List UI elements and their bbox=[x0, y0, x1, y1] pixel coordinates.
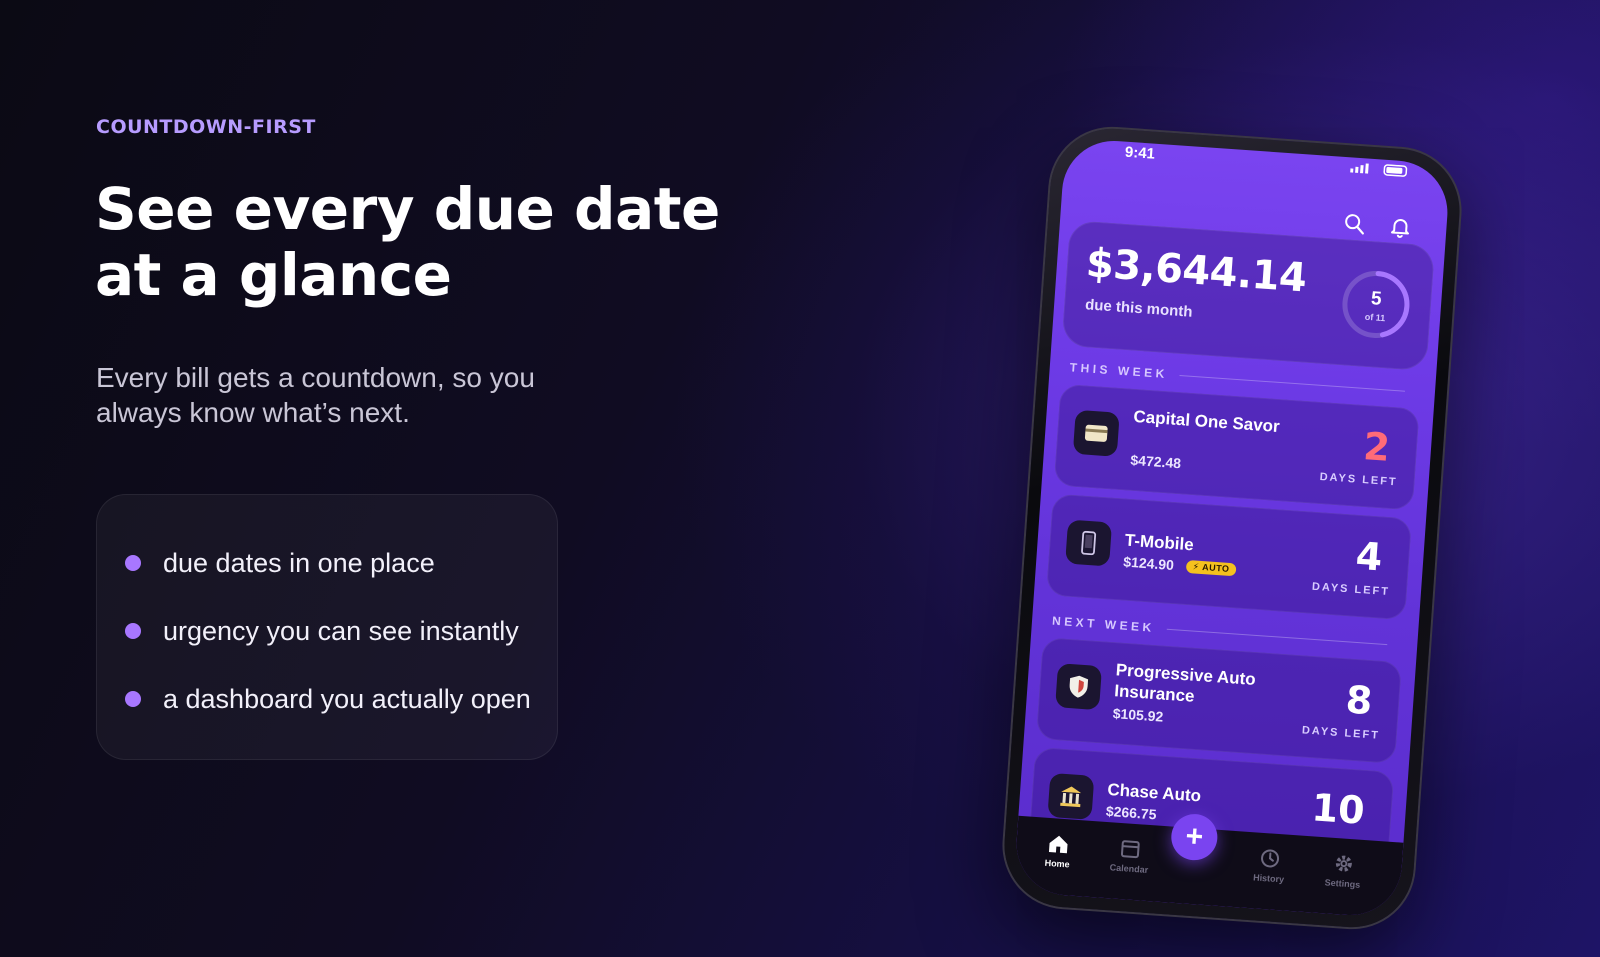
bill-card[interactable]: Progressive Auto Insurance $105.92 8 DAY… bbox=[1035, 637, 1403, 764]
feature-item: due dates in one place bbox=[125, 529, 557, 597]
feature-text: a dashboard you actually open bbox=[163, 683, 531, 714]
feature-item: urgency you can see instantly bbox=[125, 597, 557, 665]
feature-item: a dashboard you actually open bbox=[125, 665, 557, 733]
headline: See every due date at a glance bbox=[95, 176, 795, 308]
bullet-dot bbox=[125, 623, 141, 639]
monthly-summary-card[interactable]: $3,644.14 due this month 5 of 11 bbox=[1061, 219, 1436, 372]
days-left-count: 4 bbox=[1354, 533, 1384, 580]
phone-icon bbox=[1065, 519, 1113, 567]
subheadline: Every bill gets a countdown, so you alwa… bbox=[96, 360, 566, 430]
bills-progress-ring: 5 of 11 bbox=[1338, 266, 1415, 343]
bill-amount: $472.48 bbox=[1129, 451, 1182, 472]
tab-history[interactable]: History bbox=[1238, 845, 1300, 885]
bullet-dot bbox=[125, 691, 141, 707]
tab-home[interactable]: Home bbox=[1027, 831, 1089, 871]
tab-calendar[interactable]: Calendar bbox=[1099, 836, 1161, 876]
signal-battery-icon bbox=[1350, 163, 1408, 177]
header-actions bbox=[1342, 211, 1414, 240]
tab-label: Settings bbox=[1324, 877, 1361, 890]
bill-amount: $266.75 bbox=[1105, 802, 1158, 823]
headline-line-2: at a glance bbox=[95, 241, 452, 309]
bullet-dot bbox=[125, 555, 141, 571]
status-time: 9:41 bbox=[1124, 143, 1156, 163]
search-icon[interactable] bbox=[1342, 211, 1368, 237]
eyebrow-label: COUNTDOWN-FIRST bbox=[96, 116, 316, 138]
bell-icon[interactable] bbox=[1388, 214, 1414, 240]
tab-settings[interactable]: Settings bbox=[1312, 851, 1374, 891]
section-label: NEXT WEEK bbox=[1051, 613, 1156, 635]
tab-label: Calendar bbox=[1109, 862, 1149, 875]
total-due-amount: $3,644.14 bbox=[1084, 240, 1308, 302]
bill-amount: $105.92 bbox=[1112, 705, 1164, 725]
days-left-count: 2 bbox=[1362, 424, 1392, 470]
tab-label: Home bbox=[1044, 857, 1070, 870]
days-left-label: DAYS LEFT bbox=[1319, 471, 1398, 489]
section-divider bbox=[1179, 374, 1406, 392]
feature-list: due dates in one place urgency you can s… bbox=[96, 494, 558, 760]
subhead-line-1: Every bill gets a countdown, so you bbox=[96, 362, 535, 393]
gear-icon bbox=[1335, 855, 1352, 872]
days-left-count: 10 bbox=[1310, 785, 1367, 833]
bill-name: Progressive Auto Insurance bbox=[1113, 660, 1257, 706]
history-icon bbox=[1261, 849, 1280, 868]
headline-line-1: See every due date bbox=[95, 175, 720, 243]
tab-label: History bbox=[1252, 872, 1285, 885]
days-left-label: DAYS LEFT bbox=[1311, 580, 1391, 599]
bill-name: Capital One Savor bbox=[1132, 406, 1281, 437]
bank-icon bbox=[1047, 772, 1095, 820]
subhead-line-2: always know what’s next. bbox=[96, 397, 410, 428]
bill-amount: $124.90 bbox=[1122, 553, 1175, 574]
section-label: THIS WEEK bbox=[1069, 360, 1169, 382]
credit-card-icon bbox=[1072, 409, 1120, 457]
status-icons bbox=[1350, 161, 1411, 180]
feature-text: due dates in one place bbox=[163, 547, 435, 578]
days-left-count: 8 bbox=[1344, 677, 1374, 724]
bill-card[interactable]: T-Mobile $124.90 ⚡ AUTO 4 DAYS LEFT bbox=[1045, 493, 1413, 621]
section-divider bbox=[1166, 628, 1388, 645]
phone-screen: 9:41 $3,644.14 due this month 5 of 11 TH… bbox=[1013, 137, 1451, 919]
home-icon bbox=[1048, 835, 1068, 854]
shield-icon bbox=[1055, 663, 1103, 711]
autopay-badge: ⚡ AUTO bbox=[1185, 559, 1237, 577]
feature-text: urgency you can see instantly bbox=[163, 615, 519, 646]
phone-mockup: 9:41 $3,644.14 due this month 5 of 11 TH… bbox=[1000, 124, 1464, 932]
calendar-icon bbox=[1120, 840, 1140, 859]
bill-card[interactable]: Capital One Savor $472.48 2 DAYS LEFT bbox=[1053, 383, 1420, 511]
total-due-label: due this month bbox=[1084, 296, 1194, 321]
days-left-label: DAYS LEFT bbox=[1301, 724, 1381, 742]
